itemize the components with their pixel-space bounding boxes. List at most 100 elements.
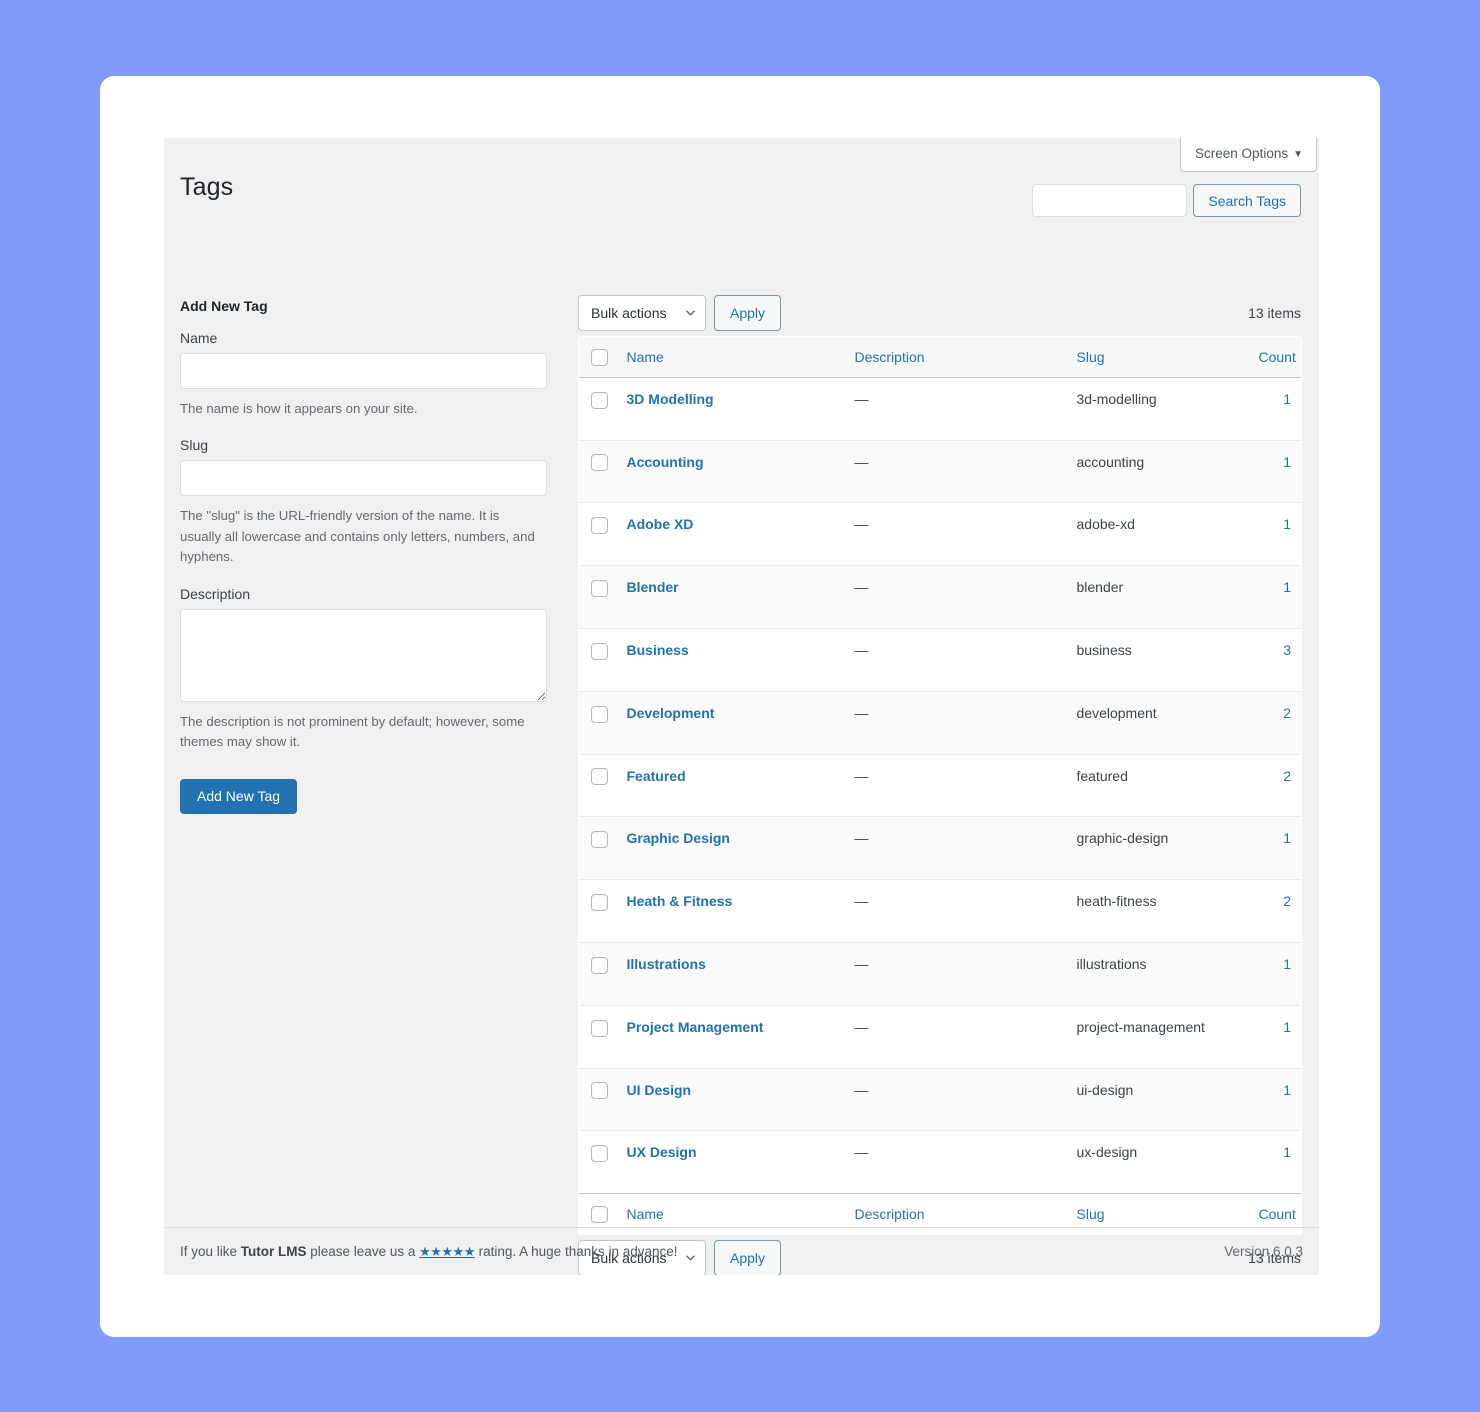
tags-list-section: Bulk actions Apply 13 items Name Descrip… [578, 290, 1302, 1275]
description-help-text: The description is not prominent by defa… [180, 713, 525, 750]
tag-name-link[interactable]: Blender [627, 579, 679, 595]
tag-count-link[interactable]: 1 [1283, 1019, 1291, 1035]
tablenav-top: Bulk actions Apply 13 items [578, 290, 1301, 336]
row-count-cell: 1 [1248, 565, 1301, 629]
add-new-tag-submit-button[interactable]: Add New Tag [180, 778, 298, 814]
row-count-cell: 1 [1248, 439, 1301, 503]
description-textarea[interactable] [180, 608, 547, 702]
row-checkbox-cell [579, 627, 617, 692]
slug-input[interactable] [180, 460, 547, 497]
tag-name-link[interactable]: UX Design [627, 1144, 697, 1160]
select-all-checkbox-bottom[interactable] [591, 1205, 608, 1223]
row-checkbox[interactable] [591, 642, 608, 660]
row-checkbox[interactable] [591, 1082, 608, 1100]
row-checkbox[interactable] [591, 768, 608, 786]
row-checkbox[interactable] [591, 893, 608, 911]
table-row: Blender — blender 1 [579, 565, 1301, 629]
row-checkbox[interactable] [591, 705, 608, 723]
footer-credit-text: If you like Tutor LMS please leave us a … [180, 1244, 678, 1260]
table-head: Name Description Slug Count [579, 336, 1301, 378]
search-box: Search Tags [1032, 184, 1301, 217]
tag-count-link[interactable]: 2 [1283, 893, 1291, 909]
select-all-checkbox-top[interactable] [591, 348, 608, 366]
table-row: Adobe XD — adobe-xd 1 [579, 502, 1301, 566]
tag-name-link[interactable]: Illustrations [627, 956, 706, 972]
tag-count-link[interactable]: 1 [1283, 830, 1291, 846]
tag-name-link[interactable]: Heath & Fitness [627, 893, 733, 909]
row-checkbox[interactable] [591, 454, 608, 472]
tag-count-link[interactable]: 1 [1283, 1144, 1291, 1160]
tag-name-link[interactable]: Adobe XD [627, 516, 694, 532]
row-checkbox-cell [579, 439, 617, 503]
row-checkbox[interactable] [591, 831, 608, 849]
row-checkbox-cell [579, 816, 617, 880]
name-input[interactable] [180, 353, 547, 389]
star-rating-link[interactable]: ★★★★★ [419, 1244, 475, 1259]
tag-name-link[interactable]: Graphic Design [627, 830, 730, 846]
row-count-cell: 1 [1248, 816, 1301, 880]
row-checkbox-cell [579, 1004, 617, 1069]
tag-count-link[interactable]: 1 [1283, 391, 1291, 407]
search-input[interactable] [1032, 184, 1188, 217]
row-slug-cell: development [1066, 690, 1249, 755]
footer-product-name: Tutor LMS [240, 1243, 307, 1259]
row-description-cell: — [844, 565, 1067, 629]
row-description-cell: — [844, 753, 1067, 817]
row-checkbox-cell [579, 1067, 617, 1131]
row-slug-cell: adobe-xd [1066, 502, 1249, 566]
row-description-cell: — [844, 816, 1067, 880]
row-slug-cell: business [1066, 627, 1249, 692]
row-name-cell: UI Design [616, 1067, 845, 1131]
search-tags-button[interactable]: Search Tags [1193, 184, 1301, 217]
column-header-slug[interactable]: Slug [1066, 336, 1249, 378]
tag-name-link[interactable]: Development [627, 705, 715, 721]
column-header-name[interactable]: Name [616, 336, 845, 378]
row-checkbox[interactable] [591, 391, 608, 409]
page-title: Tags [180, 172, 234, 201]
row-name-cell: Heath & Fitness [616, 879, 845, 943]
tag-count-link[interactable]: 1 [1283, 454, 1291, 470]
tag-count-link[interactable]: 1 [1283, 516, 1291, 532]
row-description-cell: — [844, 690, 1067, 755]
row-checkbox[interactable] [591, 956, 608, 974]
row-checkbox[interactable] [591, 579, 608, 597]
row-name-cell: 3D Modelling [617, 377, 845, 440]
tag-name-link[interactable]: 3D Modelling [627, 391, 714, 407]
tag-count-link[interactable]: 1 [1283, 579, 1291, 595]
row-checkbox-cell [579, 565, 617, 629]
row-count-cell: 1 [1248, 502, 1301, 566]
column-header-count[interactable]: Count [1248, 336, 1301, 378]
tag-name-link[interactable]: Featured [627, 768, 686, 784]
items-count-top: 13 items [1248, 305, 1301, 321]
row-slug-cell: accounting [1066, 439, 1249, 503]
tag-count-link[interactable]: 3 [1283, 642, 1291, 658]
bulk-actions-select-top[interactable]: Bulk actions [578, 295, 706, 331]
version-label: Version 6.0.3 [1224, 1244, 1303, 1259]
table-row: UX Design — ux-design 1 [579, 1130, 1301, 1194]
row-checkbox[interactable] [591, 517, 608, 535]
tag-count-link[interactable]: 1 [1283, 956, 1291, 972]
row-checkbox-cell [579, 690, 617, 755]
row-slug-cell: graphic-design [1066, 816, 1249, 880]
tag-count-link[interactable]: 2 [1283, 705, 1291, 721]
row-checkbox-cell [579, 1130, 617, 1194]
tag-count-link[interactable]: 1 [1283, 1082, 1291, 1098]
tag-name-link[interactable]: Project Management [627, 1019, 764, 1035]
table-row: Illustrations — illustrations 1 [579, 941, 1301, 1006]
row-checkbox[interactable] [591, 1145, 608, 1163]
row-slug-cell: featured [1066, 753, 1249, 817]
row-checkbox[interactable] [591, 1019, 608, 1037]
apply-button-top[interactable]: Apply [714, 295, 782, 331]
column-header-description[interactable]: Description [844, 336, 1067, 378]
tag-name-link[interactable]: Accounting [627, 454, 704, 470]
row-description-cell: — [844, 1067, 1067, 1131]
screen-options-button[interactable]: Screen Options ▼ [1180, 138, 1317, 172]
tag-count-link[interactable]: 2 [1283, 768, 1291, 784]
tag-name-link[interactable]: Business [627, 642, 689, 658]
slug-field-group: Slug The "slug" is the URL-friendly vers… [180, 437, 550, 567]
browser-window: Screen Options ▼ Tags Search Tags Add New… [100, 76, 1380, 1337]
tag-name-link[interactable]: UI Design [627, 1082, 692, 1098]
row-name-cell: Development [616, 690, 845, 755]
row-name-cell: Featured [616, 753, 845, 817]
chevron-down-icon: ▼ [1293, 149, 1303, 160]
